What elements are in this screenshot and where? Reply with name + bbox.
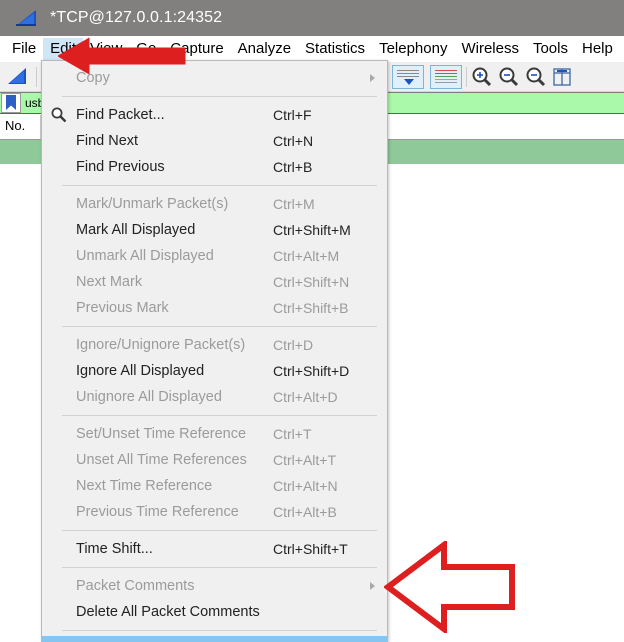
menu-item-unmark-all-displayed[interactable]: Unmark All Displayed Ctrl+Alt+M <box>42 243 387 269</box>
toggle-packet-details-icon[interactable] <box>392 65 424 89</box>
menu-bar: File Edit View Go Capture Analyze Statis… <box>0 36 624 62</box>
toolbar-separator <box>36 67 37 87</box>
menu-item-mark-all-displayed[interactable]: Mark All Displayed Ctrl+Shift+M <box>42 217 387 243</box>
menu-item-label: Unmark All Displayed <box>76 248 214 264</box>
menu-item-label: Next Mark <box>76 274 143 290</box>
menu-item-ignore-all-displayed[interactable]: Ignore All Displayed Ctrl+Shift+D <box>42 358 387 384</box>
menu-item-label: Time Shift... <box>76 541 153 557</box>
wireshark-shark-fin-icon <box>16 10 36 26</box>
menubar-item-statistics[interactable]: Statistics <box>298 38 372 60</box>
edit-dropdown-menu: Copy Find Packet... Ctrl+F Find Next Ctr… <box>41 60 388 642</box>
menu-item-accelerator: Ctrl+Shift+M <box>273 222 351 238</box>
menubar-item-tools[interactable]: Tools <box>526 38 575 60</box>
menubar-item-view[interactable]: View <box>83 38 129 60</box>
wireshark-shark-fin-icon[interactable] <box>6 66 30 86</box>
menu-separator <box>62 530 377 531</box>
menu-item-accelerator: Ctrl+Alt+D <box>273 389 338 405</box>
menu-item-delete-all-packet-comments[interactable]: Delete All Packet Comments <box>42 599 387 625</box>
resize-columns-icon[interactable] <box>551 66 573 88</box>
menu-item-copy[interactable]: Copy <box>42 65 387 91</box>
submenu-arrow-icon <box>370 582 375 590</box>
menu-item-accelerator: Ctrl+F <box>273 107 312 123</box>
menu-item-accelerator: Ctrl+T <box>273 426 312 442</box>
menu-item-label: Find Packet... <box>76 107 165 123</box>
menu-item-packet-comments[interactable]: Packet Comments <box>42 573 387 599</box>
window-title: *TCP@127.0.0.1:24352 <box>50 9 223 26</box>
menubar-item-telephony[interactable]: Telephony <box>372 38 454 60</box>
menubar-item-edit[interactable]: Edit <box>43 38 84 60</box>
menu-item-label: Previous Mark <box>76 300 169 316</box>
zoom-reset-icon[interactable] <box>524 66 548 88</box>
menu-separator <box>62 630 377 631</box>
chevron-down-icon <box>404 79 414 85</box>
menu-item-label: Ignore All Displayed <box>76 363 205 379</box>
menu-item-accelerator: Ctrl+Shift+D <box>273 363 350 379</box>
menu-item-find-next[interactable]: Find Next Ctrl+N <box>42 128 387 154</box>
toggle-packet-bytes-icon[interactable] <box>430 65 462 89</box>
menubar-item-help[interactable]: Help <box>575 38 620 60</box>
magnifier-icon <box>51 107 67 123</box>
menu-separator <box>62 567 377 568</box>
menu-item-label: Delete All Packet Comments <box>76 604 260 620</box>
zoom-out-icon[interactable] <box>497 66 521 88</box>
menu-item-previous-mark[interactable]: Previous Mark Ctrl+Shift+B <box>42 295 387 321</box>
menu-item-label: Mark/Unmark Packet(s) <box>76 196 229 212</box>
menu-item-label: Ignore/Unignore Packet(s) <box>76 337 246 353</box>
menu-item-label: Unset All Time References <box>76 452 247 468</box>
wireshark-window: *TCP@127.0.0.1:24352 File Edit View Go C… <box>0 0 624 642</box>
menu-item-ignore-unignore-packets[interactable]: Ignore/Unignore Packet(s) Ctrl+D <box>42 332 387 358</box>
menu-item-label: Packet Comments <box>76 578 195 594</box>
menu-item-accelerator: Ctrl+B <box>273 159 313 175</box>
menu-item-time-shift[interactable]: Time Shift... Ctrl+Shift+T <box>42 536 387 562</box>
menubar-item-capture[interactable]: Capture <box>163 38 230 60</box>
menu-item-accelerator: Ctrl+D <box>273 337 314 353</box>
menu-item-label: Next Time Reference <box>76 478 213 494</box>
menubar-item-analyze[interactable]: Analyze <box>231 38 298 60</box>
title-bar: *TCP@127.0.0.1:24352 <box>0 0 624 36</box>
menu-item-label: Copy <box>76 70 110 86</box>
menu-item-next-mark[interactable]: Next Mark Ctrl+Shift+N <box>42 269 387 295</box>
menu-item-unignore-all-displayed[interactable]: Unignore All Displayed Ctrl+Alt+D <box>42 384 387 410</box>
submenu-arrow-icon <box>370 74 375 82</box>
menu-item-unset-all-time-references[interactable]: Unset All Time References Ctrl+Alt+T <box>42 447 387 473</box>
menu-item-accelerator: Ctrl+Alt+N <box>273 478 338 494</box>
menu-item-accelerator: Ctrl+Shift+B <box>273 300 349 316</box>
menu-item-previous-time-reference[interactable]: Previous Time Reference Ctrl+Alt+B <box>42 499 387 525</box>
menu-item-label: Unignore All Displayed <box>76 389 222 405</box>
menu-item-accelerator: Ctrl+Alt+B <box>273 504 337 520</box>
menu-item-mark-unmark-packets[interactable]: Mark/Unmark Packet(s) Ctrl+M <box>42 191 387 217</box>
menu-separator <box>62 96 377 97</box>
menu-item-find-packet[interactable]: Find Packet... Ctrl+F <box>42 102 387 128</box>
menu-item-configuration-profiles[interactable]: Configuration Profiles... Ctrl+Shift+A <box>42 636 387 642</box>
menu-item-find-previous[interactable]: Find Previous Ctrl+B <box>42 154 387 180</box>
menu-item-label: Previous Time Reference <box>76 504 239 520</box>
menu-item-label: Set/Unset Time Reference <box>76 426 247 442</box>
menubar-item-wireless[interactable]: Wireless <box>454 38 526 60</box>
column-header-no[interactable]: No. <box>0 115 41 139</box>
menu-item-accelerator: Ctrl+Alt+M <box>273 248 340 264</box>
menubar-item-file[interactable]: File <box>5 38 43 60</box>
menu-item-label: Find Previous <box>76 159 165 175</box>
menu-item-accelerator: Ctrl+M <box>273 196 315 212</box>
menu-item-label: Find Next <box>76 133 139 149</box>
bookmark-icon[interactable] <box>1 93 21 113</box>
menu-item-label: Mark All Displayed <box>76 222 196 238</box>
menu-item-accelerator: Ctrl+Alt+T <box>273 452 337 468</box>
bookmark-glyph-icon <box>6 95 16 110</box>
toolbar-separator <box>466 67 467 87</box>
menu-separator <box>62 185 377 186</box>
menu-item-accelerator: Ctrl+Shift+N <box>273 274 350 290</box>
menubar-item-go[interactable]: Go <box>129 38 163 60</box>
menu-item-next-time-reference[interactable]: Next Time Reference Ctrl+Alt+N <box>42 473 387 499</box>
menu-item-accelerator: Ctrl+N <box>273 133 314 149</box>
menu-separator <box>62 415 377 416</box>
menu-item-accelerator: Ctrl+Shift+T <box>273 541 348 557</box>
menu-item-set-unset-time-reference[interactable]: Set/Unset Time Reference Ctrl+T <box>42 421 387 447</box>
menu-separator <box>62 326 377 327</box>
zoom-in-icon[interactable] <box>470 66 494 88</box>
